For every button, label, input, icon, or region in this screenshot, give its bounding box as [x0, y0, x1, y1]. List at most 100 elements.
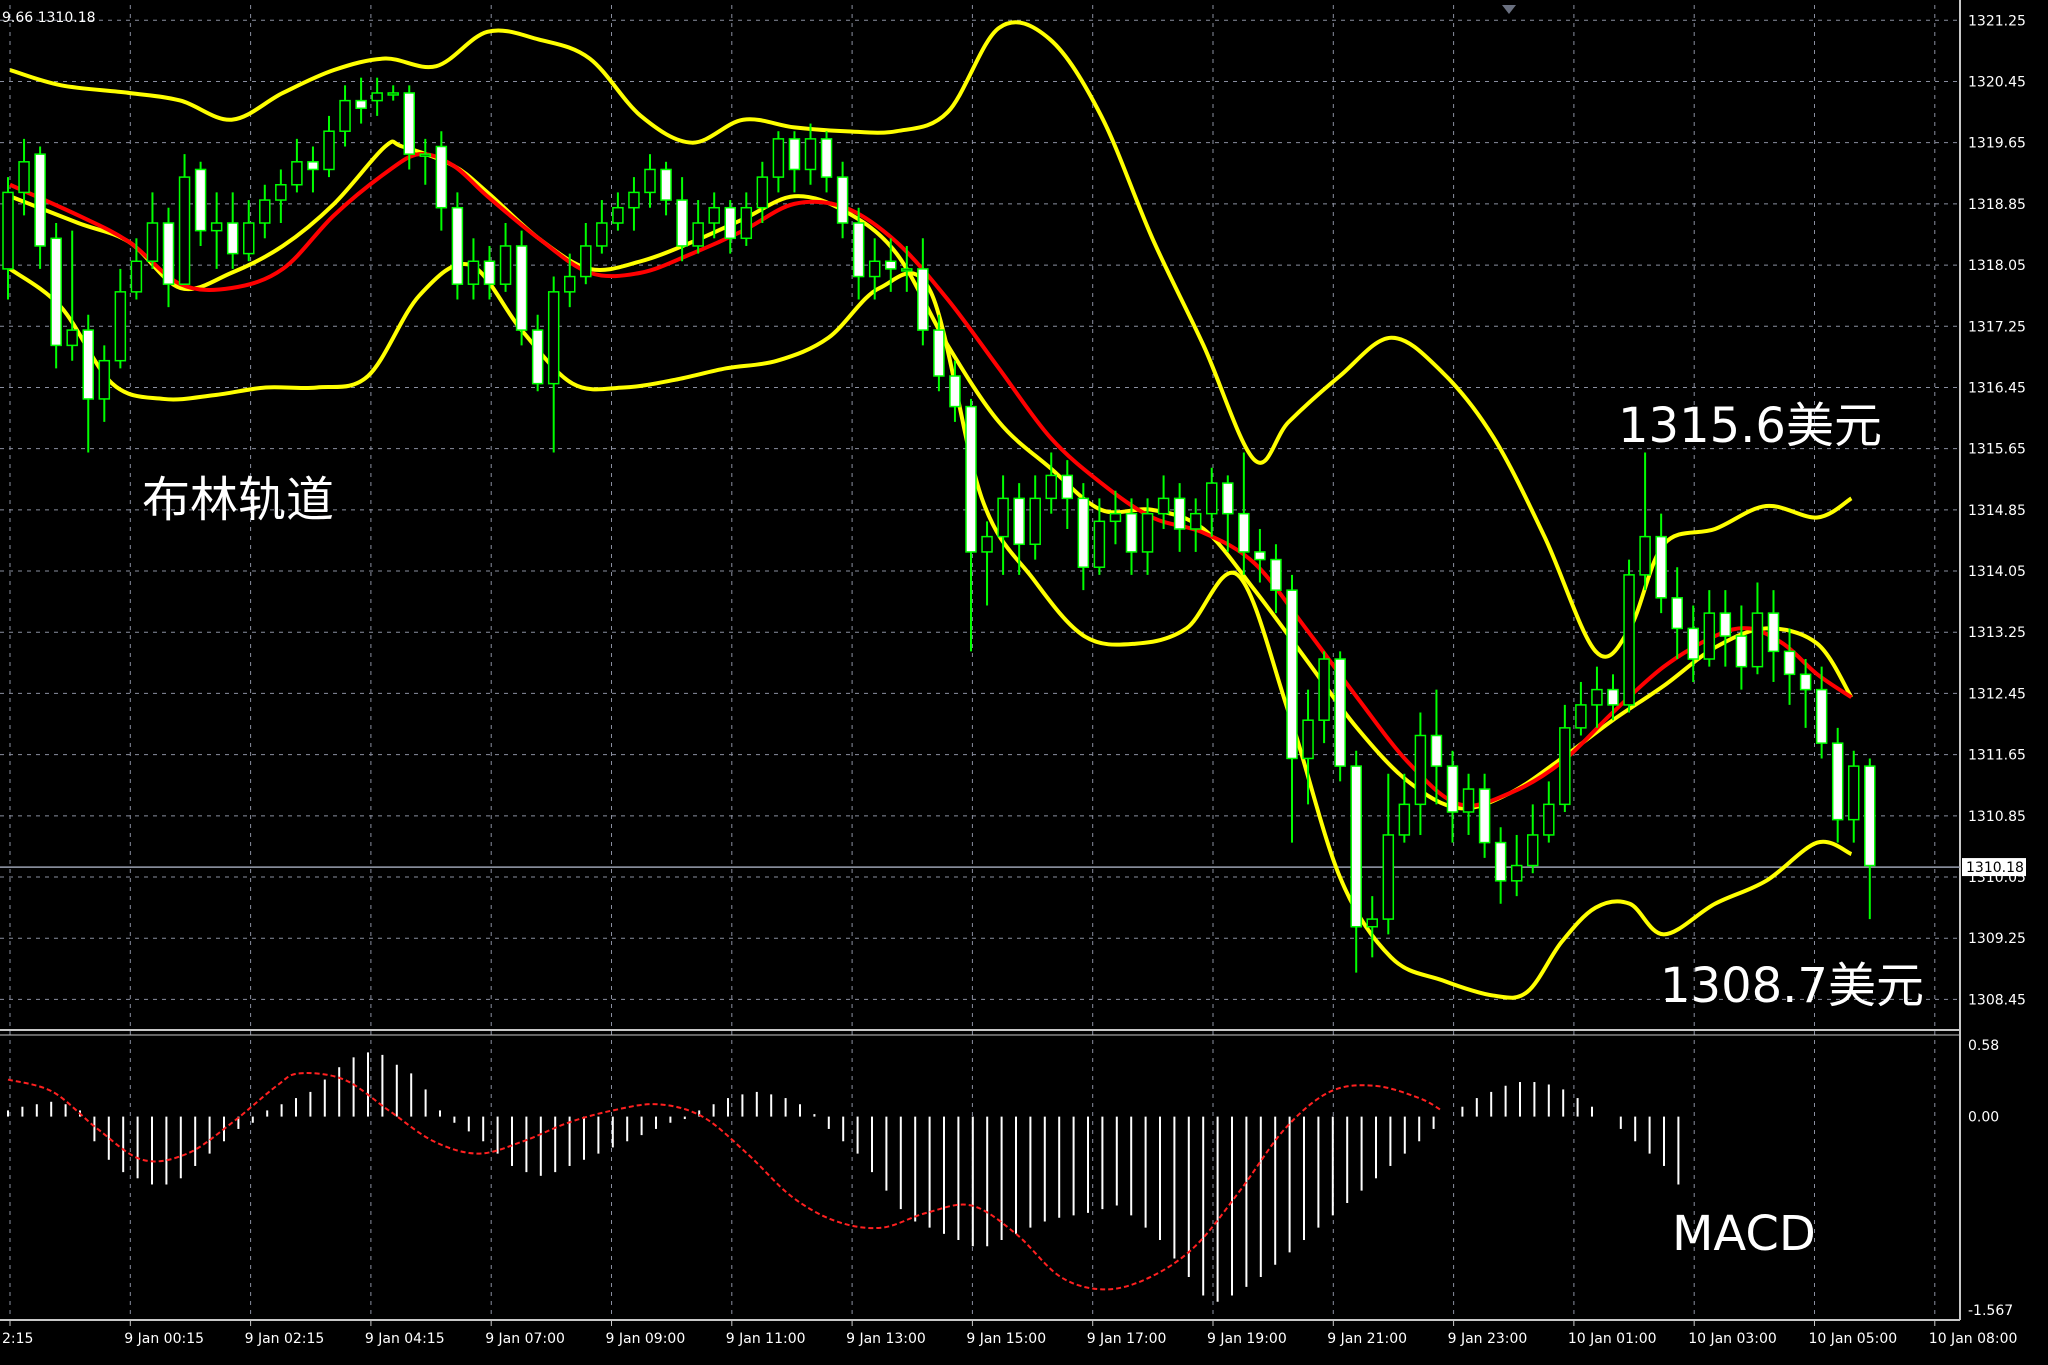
time-tick-label: 9 Jan 13:00: [846, 1331, 926, 1347]
candle-body: [1591, 688, 1603, 706]
time-tick-label: 9 Jan 04:15: [365, 1331, 445, 1347]
candle-body: [259, 199, 271, 224]
candle-body: [1462, 788, 1475, 813]
candle-body: [740, 206, 753, 240]
candle-body: [1735, 635, 1748, 668]
candle-body: [1510, 864, 1523, 882]
candle-body: [596, 222, 608, 247]
price-tick-label: 1308.45: [1968, 992, 2026, 1008]
candle-body: [130, 260, 143, 293]
candle-body: [868, 260, 881, 278]
candle-body: [162, 222, 175, 285]
candle-body: [1831, 742, 1844, 821]
candle-body: [194, 168, 207, 232]
candle-body: [1799, 673, 1812, 691]
candle-body: [226, 222, 239, 255]
candle-body: [1286, 589, 1298, 760]
candle-body: [1366, 918, 1378, 928]
time-tick-label: 9 Jan 07:00: [485, 1331, 565, 1347]
candle-body: [18, 161, 30, 194]
macd-label: MACD: [1672, 1206, 1816, 1262]
candle-body: [724, 206, 736, 240]
candle-body: [467, 260, 480, 285]
candle-body: [1478, 788, 1491, 844]
candle-body: [339, 99, 351, 132]
header-info: 9.66 1310.18: [2, 10, 96, 26]
time-tick-label: 10 Jan 08:00: [1929, 1331, 2018, 1347]
candle-body: [1848, 765, 1860, 821]
candle-body: [1575, 704, 1587, 729]
candle-body: [692, 222, 704, 247]
candle-body: [483, 260, 496, 285]
candle-body: [1206, 482, 1218, 515]
price-tick-label: 1320.45: [1968, 74, 2026, 90]
time-tick-label: 9 Jan 00:15: [124, 1331, 204, 1347]
macd-tick-label: 0.58: [1968, 1038, 1999, 1054]
candle-body: [997, 497, 1009, 538]
time-tick-label: 9 Jan 09:00: [606, 1331, 686, 1347]
candle-body: [210, 222, 223, 232]
candle-body: [1639, 535, 1651, 576]
candle-body: [836, 176, 849, 224]
price-tick-label: 1321.25: [1968, 13, 2026, 29]
candle-body: [612, 206, 624, 224]
candle-body: [243, 222, 255, 255]
candle-body: [676, 199, 688, 247]
candle-body: [933, 329, 945, 377]
candle-body: [772, 138, 785, 178]
candle-body: [1751, 612, 1764, 668]
candle-body: [580, 245, 592, 278]
time-tick-label: 9 Jan 23:00: [1448, 1331, 1528, 1347]
price-tick-label: 1318.05: [1968, 258, 2026, 274]
price-tick-label: 1317.25: [1968, 319, 2026, 335]
candle-body: [307, 161, 319, 171]
candle-body: [708, 206, 720, 224]
candle-body: [1687, 627, 1699, 660]
candle-body: [1815, 688, 1828, 744]
candle-body: [146, 222, 159, 263]
candle-body: [82, 329, 94, 400]
time-tick-label: 9 Jan 19:00: [1207, 1331, 1287, 1347]
candle-body: [387, 92, 399, 96]
candle-body: [1061, 474, 1074, 500]
candle-body: [1382, 834, 1395, 920]
candle-body: [1671, 597, 1683, 630]
candle-body: [291, 161, 303, 186]
candle-body: [1864, 765, 1876, 867]
time-tick-label: 10 Jan 05:00: [1809, 1331, 1898, 1347]
price-tick-label: 1314.85: [1968, 503, 2026, 519]
time-tick-label: 10 Jan 01:00: [1568, 1331, 1657, 1347]
candle-body: [1157, 497, 1170, 515]
candle-body: [1318, 658, 1330, 721]
candle-body: [1494, 841, 1507, 882]
candle-body: [756, 176, 769, 209]
price-tick-label: 1312.45: [1968, 686, 2026, 702]
price-tick-label: 1319.65: [1968, 136, 2026, 152]
candle-body: [1238, 512, 1250, 553]
candle-body: [1173, 497, 1186, 530]
candle-body: [1559, 727, 1571, 806]
candle-body: [50, 237, 62, 347]
candle-body: [1045, 474, 1057, 500]
candle-body: [499, 245, 512, 285]
candle-body: [804, 138, 817, 171]
candle-body: [515, 245, 528, 331]
candle-body: [1254, 551, 1266, 561]
candle-body: [1703, 612, 1716, 660]
price-tick-label: 1315.65: [1968, 442, 2026, 458]
candle-body: [1109, 512, 1122, 523]
price-tick-label: 1309.25: [1968, 931, 2026, 947]
candle-body: [98, 359, 111, 400]
candle-body: [628, 191, 640, 209]
candle-body: [531, 329, 544, 385]
candle-body: [1334, 658, 1346, 767]
candle-body: [564, 275, 576, 293]
candle-body: [275, 184, 287, 201]
candle-body: [949, 375, 961, 408]
candle-body: [852, 222, 865, 278]
trading-chart: 1321.25 1320.45 1319.65 1318.85 1318.05 1317.…: [0, 0, 2048, 1365]
candle-body: [820, 138, 833, 178]
candle-body: [1029, 497, 1041, 546]
candle-body: [1430, 734, 1443, 767]
candle-body: [1655, 535, 1667, 599]
